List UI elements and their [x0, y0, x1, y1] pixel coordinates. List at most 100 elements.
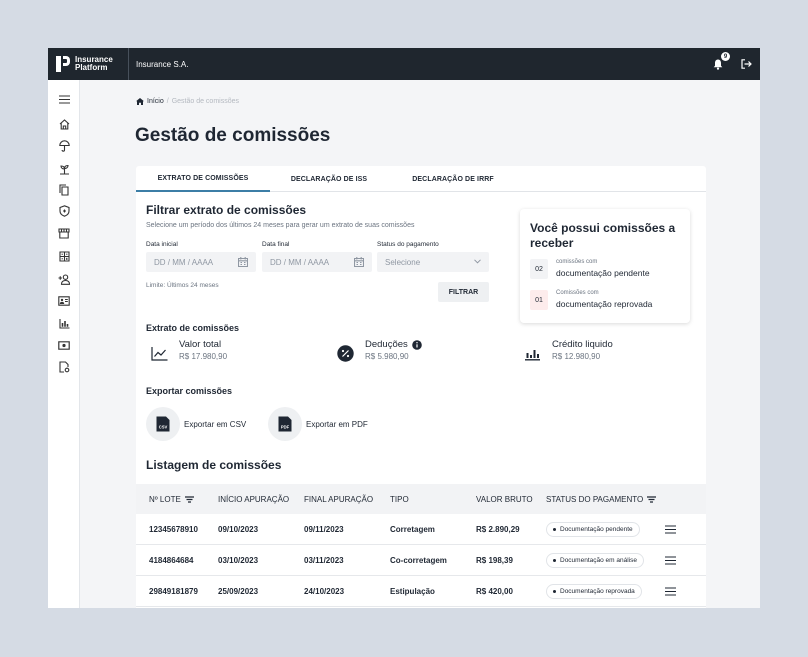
row-menu-button[interactable] — [664, 523, 676, 535]
cell-inicio: 09/10/2023 — [218, 525, 259, 534]
chevron-down-icon — [474, 259, 481, 264]
logout-button[interactable] — [740, 58, 752, 70]
limit-text: Limite: Últimos 24 meses — [146, 282, 219, 289]
bell-icon — [713, 59, 723, 70]
main-content: Início / Gestão de comissões Gestão de c… — [81, 80, 760, 608]
cell-tipo: Co-corretagem — [390, 556, 447, 565]
cell-tipo: Corretagem — [390, 525, 435, 534]
tab-bar: EXTRATO DE COMISSÕES DECLARAÇÃO DE ISS D… — [136, 166, 706, 192]
sidebar-menu-toggle[interactable] — [57, 92, 71, 106]
breadcrumb-home[interactable]: Início — [147, 98, 164, 105]
cell-final: 09/11/2023 — [304, 525, 344, 534]
start-date-field[interactable]: DD / MM / AAAA — [146, 252, 256, 272]
sidebar-item-protection[interactable] — [57, 204, 71, 218]
notification-badge: 9 — [721, 52, 730, 61]
cell-lote: 4184864684 — [149, 556, 194, 565]
logout-icon — [740, 59, 752, 69]
sidebar-item-profile[interactable] — [57, 294, 71, 308]
status-badge: Documentação em análise — [546, 553, 644, 568]
logo-mark — [56, 56, 70, 72]
sort-icon — [647, 495, 657, 503]
cell-final: 03/11/2023 — [304, 556, 344, 565]
column-final: FINAL APURAÇÃO — [304, 494, 374, 504]
calendar-icon — [238, 257, 248, 267]
sidebar-item-reports[interactable] — [57, 316, 71, 330]
column-lote[interactable]: Nº LOTE — [149, 484, 194, 514]
notice-small: comissões com — [556, 259, 598, 265]
sidebar-item-store[interactable] — [57, 226, 71, 240]
stat-deductions-label: Deduções — [365, 339, 408, 350]
tab-irrf[interactable]: DECLARAÇÃO DE IRRF — [388, 166, 518, 192]
info-icon[interactable] — [411, 339, 422, 350]
stat-deductions: Deduções R$ 5.980,90 — [335, 339, 485, 367]
sidebar-item-finance[interactable] — [57, 338, 71, 352]
cell-inicio: 03/10/2023 — [218, 556, 259, 565]
row-menu-button[interactable] — [664, 554, 676, 566]
sidebar — [48, 80, 80, 608]
menu-icon — [58, 94, 70, 104]
sidebar-item-calculator[interactable] — [57, 249, 71, 263]
export-title: Exportar comissões — [146, 386, 233, 396]
commissions-card: EXTRATO DE COMISSÕES DECLARAÇÃO DE ISS D… — [136, 166, 706, 608]
home-icon — [59, 118, 69, 130]
end-date-field[interactable]: DD / MM / AAAA — [262, 252, 372, 272]
filter-button[interactable]: FILTRAR — [438, 282, 489, 302]
export-pdf-label: Exportar em PDF — [306, 419, 368, 429]
sidebar-item-file-settings[interactable] — [57, 360, 71, 374]
sidebar-item-home[interactable] — [57, 117, 71, 131]
breadcrumb: Início / Gestão de comissões — [136, 98, 239, 105]
export-pdf-button[interactable]: PDF Exportar em PDF — [268, 406, 368, 442]
topbar-divider — [128, 48, 129, 80]
logo[interactable]: Insurance Platform — [48, 48, 128, 80]
sidebar-item-add-user[interactable] — [57, 272, 71, 286]
sidebar-item-insurance[interactable] — [57, 139, 71, 153]
logo-line-2: Platform — [75, 63, 108, 72]
company-name: Insurance S.A. — [136, 59, 189, 69]
add-user-icon — [58, 273, 70, 285]
sidebar-item-documents[interactable] — [57, 183, 71, 197]
cell-lote: 29849181879 — [149, 587, 198, 596]
pending-commissions-notice: Você possui comissões a receber 02 comis… — [520, 209, 690, 323]
notice-label: documentação reprovada — [556, 299, 653, 309]
tab-iss[interactable]: DECLARAÇÃO DE ISS — [270, 166, 388, 192]
stat-net-credit-label: Crédito liquido — [552, 339, 613, 350]
column-tipo: TIPO — [390, 494, 409, 504]
calendar-icon — [354, 257, 364, 267]
line-chart-icon — [150, 346, 167, 361]
home-icon — [136, 98, 144, 105]
stat-net-credit: Crédito liquido R$ 12.980,90 — [522, 339, 672, 367]
cell-final: 24/10/2023 — [304, 587, 345, 596]
notice-small: Comissões com — [556, 290, 599, 296]
column-status[interactable]: STATUS DO PAGAMENTO — [546, 484, 657, 514]
cell-lote: 12345678910 — [149, 525, 198, 534]
status-label: Status do pagamento — [377, 241, 439, 248]
end-date-label: Data final — [262, 241, 290, 248]
notice-count: 02 — [530, 259, 548, 279]
app-window: Insurance Platform Insurance S.A. 9 Iníc… — [48, 48, 760, 608]
status-select[interactable]: Selecione — [377, 252, 489, 272]
top-bar: Insurance Platform Insurance S.A. 9 — [48, 48, 760, 80]
export-csv-button[interactable]: CSV Exportar em CSV — [146, 406, 246, 442]
stat-total-value: R$ 17.980,90 — [179, 352, 228, 361]
row-menu-button[interactable] — [664, 585, 676, 597]
table-row: 29849181879 25/09/2023 24/10/2023 Estipu… — [136, 576, 706, 607]
table-row: 12345678910 09/10/2023 09/11/2023 Corret… — [136, 514, 706, 545]
pdf-file-tag: PDF — [281, 425, 290, 430]
sort-icon — [184, 495, 194, 503]
table-header: Nº LOTE INÍCIO APURAÇÃO FINAL APURAÇÃO T… — [136, 484, 706, 514]
notifications-button[interactable]: 9 — [712, 52, 730, 70]
umbrella-icon — [58, 140, 70, 152]
file-settings-icon — [58, 361, 69, 373]
cell-valor: R$ 420,00 — [476, 587, 513, 596]
end-date-placeholder: DD / MM / AAAA — [270, 257, 330, 267]
sidebar-item-growth[interactable] — [57, 162, 71, 176]
menu-icon — [664, 525, 676, 533]
breadcrumb-current: Gestão de comissões — [171, 98, 239, 105]
notice-title: Você possui comissões a receber — [530, 221, 676, 250]
csv-file-tag: CSV — [159, 425, 168, 430]
percent-icon — [336, 344, 354, 362]
documents-icon — [59, 184, 69, 196]
tab-extrato[interactable]: EXTRATO DE COMISSÕES — [136, 166, 270, 192]
filter-description: Selecione um período dos últimos 24 mese… — [146, 222, 415, 229]
id-card-icon — [58, 296, 70, 306]
